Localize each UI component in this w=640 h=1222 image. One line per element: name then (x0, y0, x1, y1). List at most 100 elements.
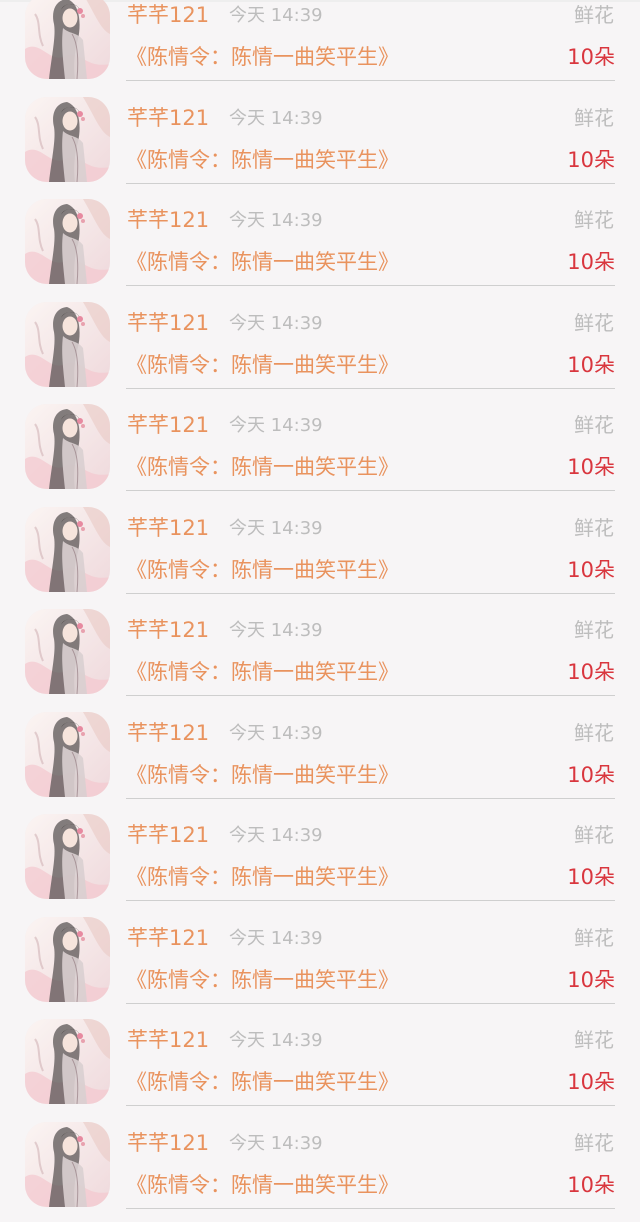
book-title[interactable]: 《陈情令：陈情一曲笑平生》 (126, 1171, 399, 1199)
user-avatar[interactable] (25, 0, 110, 79)
book-title[interactable]: 《陈情令：陈情一曲笑平生》 (126, 761, 399, 789)
opera-portrait-avatar-icon (25, 917, 110, 1002)
user-name[interactable]: 芊芊121 (127, 925, 209, 951)
gift-count: 10朵 (567, 762, 615, 788)
opera-portrait-avatar-icon (25, 712, 110, 797)
gift-record-row[interactable]: 芊芊121 今天 14:39 鲜花 《陈情令：陈情一曲笑平生》 10朵 (0, 710, 640, 813)
user-name[interactable]: 芊芊121 (127, 412, 209, 438)
opera-portrait-avatar-icon (25, 302, 110, 387)
user-name[interactable]: 芊芊121 (127, 310, 209, 336)
opera-portrait-avatar-icon (25, 199, 110, 284)
row-divider (126, 695, 615, 696)
gift-count: 10朵 (567, 352, 615, 378)
opera-portrait-avatar-icon (25, 97, 110, 182)
gift-time: 今天 14:39 (229, 825, 323, 847)
gift-record-row[interactable]: 芊芊121 今天 14:39 鲜花 《陈情令：陈情一曲笑平生》 10朵 (0, 915, 640, 1018)
user-avatar[interactable] (25, 609, 110, 694)
gift-count: 10朵 (567, 249, 615, 275)
opera-portrait-avatar-icon (25, 507, 110, 592)
gift-count: 10朵 (567, 454, 615, 480)
book-title[interactable]: 《陈情令：陈情一曲笑平生》 (126, 1068, 399, 1096)
book-title[interactable]: 《陈情令：陈情一曲笑平生》 (126, 248, 399, 276)
gift-type: 鲜花 (574, 412, 614, 438)
gift-time: 今天 14:39 (229, 210, 323, 232)
gift-count: 10朵 (567, 967, 615, 993)
row-divider (126, 490, 615, 491)
gift-time: 今天 14:39 (229, 518, 323, 540)
row-divider (126, 798, 615, 799)
user-avatar[interactable] (25, 917, 110, 1002)
gift-record-row[interactable]: 芊芊121 今天 14:39 鲜花 《陈情令：陈情一曲笑平生》 10朵 (0, 812, 640, 915)
book-title[interactable]: 《陈情令：陈情一曲笑平生》 (126, 863, 399, 891)
book-title[interactable]: 《陈情令：陈情一曲笑平生》 (126, 658, 399, 686)
gift-record-row[interactable]: 芊芊121 今天 14:39 鲜花 《陈情令：陈情一曲笑平生》 10朵 (0, 505, 640, 608)
row-divider (126, 1208, 615, 1209)
row-divider (126, 1003, 615, 1004)
gift-time: 今天 14:39 (229, 1030, 323, 1052)
user-avatar[interactable] (25, 1019, 110, 1104)
gift-record-row[interactable]: 芊芊121 今天 14:39 鲜花 《陈情令：陈情一曲笑平生》 10朵 (0, 300, 640, 403)
user-avatar[interactable] (25, 404, 110, 489)
opera-portrait-avatar-icon (25, 1019, 110, 1104)
gift-type: 鲜花 (574, 207, 614, 233)
user-name[interactable]: 芊芊121 (127, 515, 209, 541)
gift-count: 10朵 (567, 1172, 615, 1198)
gift-time: 今天 14:39 (229, 723, 323, 745)
user-name[interactable]: 芊芊121 (127, 1027, 209, 1053)
gift-record-row[interactable]: 芊芊121 今天 14:39 鲜花 《陈情令：陈情一曲笑平生》 10朵 (0, 402, 640, 505)
gift-time: 今天 14:39 (229, 1133, 323, 1155)
user-avatar[interactable] (25, 712, 110, 797)
user-avatar[interactable] (25, 507, 110, 592)
row-divider (126, 285, 615, 286)
opera-portrait-avatar-icon (25, 1122, 110, 1207)
row-divider (126, 1105, 615, 1106)
gift-count: 10朵 (567, 44, 615, 70)
book-title[interactable]: 《陈情令：陈情一曲笑平生》 (126, 146, 399, 174)
user-name[interactable]: 芊芊121 (127, 105, 209, 131)
user-avatar[interactable] (25, 302, 110, 387)
gift-type: 鲜花 (574, 310, 614, 336)
gift-type: 鲜花 (574, 1130, 614, 1156)
gift-record-row[interactable]: 芊芊121 今天 14:39 鲜花 《陈情令：陈情一曲笑平生》 10朵 (0, 607, 640, 710)
book-title[interactable]: 《陈情令：陈情一曲笑平生》 (126, 351, 399, 379)
gift-count: 10朵 (567, 864, 615, 890)
user-name[interactable]: 芊芊121 (127, 207, 209, 233)
gift-record-row[interactable]: 芊芊121 今天 14:39 鲜花 《陈情令：陈情一曲笑平生》 10朵 (0, 1120, 640, 1222)
gift-type: 鲜花 (574, 822, 614, 848)
row-divider (126, 183, 615, 184)
gift-time: 今天 14:39 (229, 620, 323, 642)
opera-portrait-avatar-icon (25, 609, 110, 694)
user-name[interactable]: 芊芊121 (127, 617, 209, 643)
gift-type: 鲜花 (574, 2, 614, 28)
gift-type: 鲜花 (574, 720, 614, 746)
user-avatar[interactable] (25, 97, 110, 182)
book-title[interactable]: 《陈情令：陈情一曲笑平生》 (126, 453, 399, 481)
gift-type: 鲜花 (574, 105, 614, 131)
user-name[interactable]: 芊芊121 (127, 720, 209, 746)
book-title[interactable]: 《陈情令：陈情一曲笑平生》 (126, 43, 399, 71)
row-divider (126, 388, 615, 389)
gift-time: 今天 14:39 (229, 415, 323, 437)
gift-record-row[interactable]: 芊芊121 今天 14:39 鲜花 《陈情令：陈情一曲笑平生》 10朵 (0, 197, 640, 300)
opera-portrait-avatar-icon (25, 814, 110, 899)
book-title[interactable]: 《陈情令：陈情一曲笑平生》 (126, 556, 399, 584)
row-divider (126, 593, 615, 594)
opera-portrait-avatar-icon (25, 0, 110, 79)
user-name[interactable]: 芊芊121 (127, 822, 209, 848)
gift-type: 鲜花 (574, 1027, 614, 1053)
gift-record-row[interactable]: 芊芊121 今天 14:39 鲜花 《陈情令：陈情一曲笑平生》 10朵 (0, 1017, 640, 1120)
book-title[interactable]: 《陈情令：陈情一曲笑平生》 (126, 966, 399, 994)
user-avatar[interactable] (25, 814, 110, 899)
gift-count: 10朵 (567, 659, 615, 685)
user-avatar[interactable] (25, 1122, 110, 1207)
gift-record-row[interactable]: 芊芊121 今天 14:39 鲜花 《陈情令：陈情一曲笑平生》 10朵 (0, 95, 640, 198)
opera-portrait-avatar-icon (25, 404, 110, 489)
gift-record-list[interactable]: 芊芊121 今天 14:39 鲜花 《陈情令：陈情一曲笑平生》 10朵 (0, 0, 640, 1222)
gift-time: 今天 14:39 (229, 313, 323, 335)
gift-type: 鲜花 (574, 925, 614, 951)
gift-record-row[interactable]: 芊芊121 今天 14:39 鲜花 《陈情令：陈情一曲笑平生》 10朵 (0, 0, 640, 95)
gift-type: 鲜花 (574, 617, 614, 643)
user-name[interactable]: 芊芊121 (127, 1130, 209, 1156)
user-avatar[interactable] (25, 199, 110, 284)
user-name[interactable]: 芊芊121 (127, 2, 209, 28)
